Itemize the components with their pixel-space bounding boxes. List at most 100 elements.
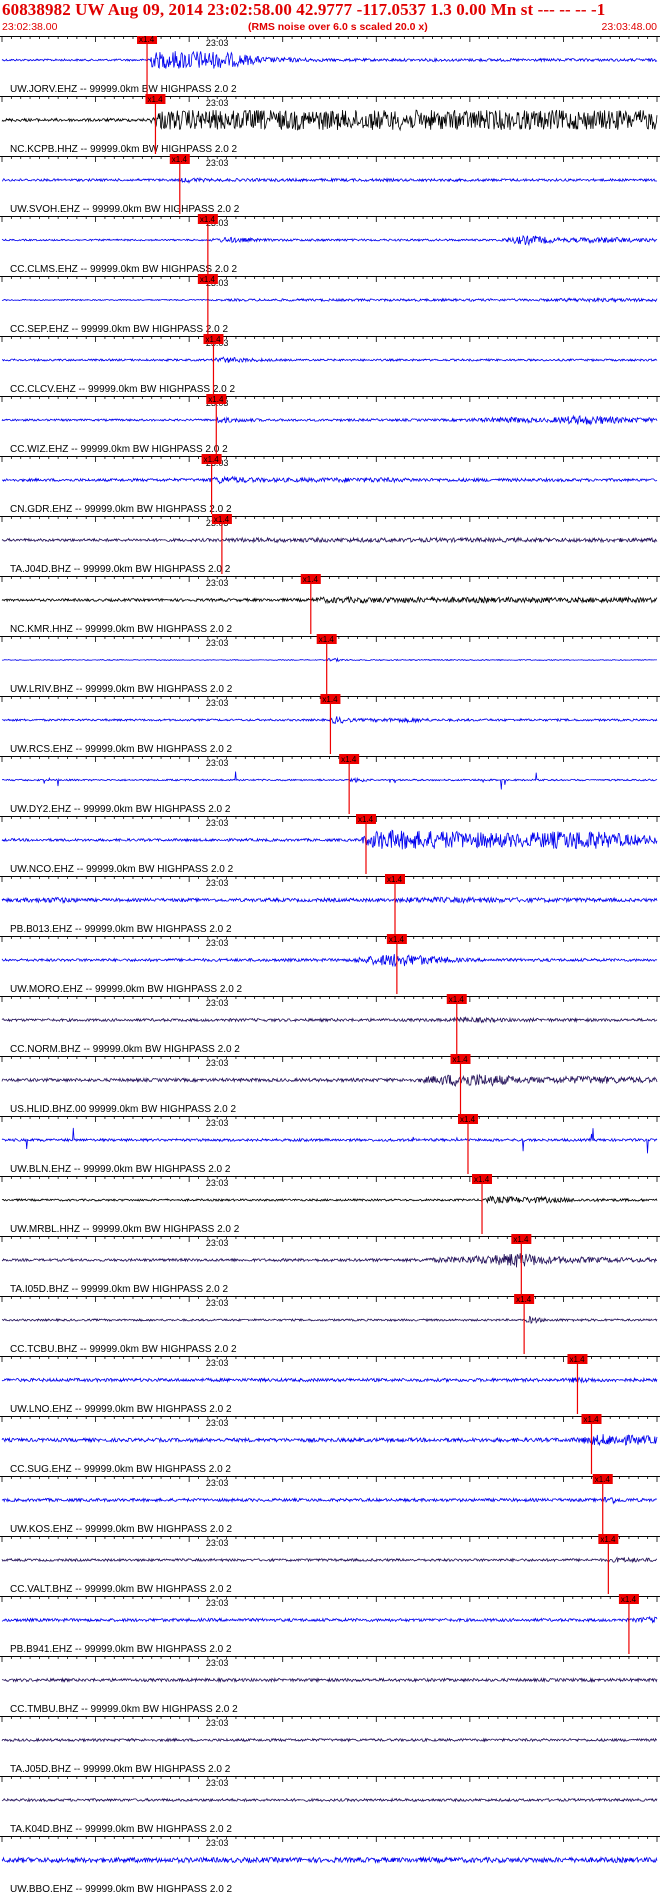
trace-8: 23:03CN.GDR.EHZ -- 99999.0km BW HIGHPASS…	[0, 454, 660, 515]
waveform	[1, 1856, 658, 1864]
pick-label: x1.4	[200, 215, 216, 224]
pick-label: x1.4	[319, 635, 335, 644]
trace-16: 23:03 UW.MORO.EHZ -- 99999.0km BW HIGHPAS…	[0, 934, 660, 995]
waveform	[1, 896, 658, 905]
station-label: CC.SEP.EHZ -- 99999.0km BW HIGHPASS 2.0 …	[10, 324, 228, 335]
time-tick-label: 23:03	[206, 758, 229, 768]
station-label: UW.RCS.EHZ -- 99999.0km BW HIGHPASS 2.0 …	[10, 744, 233, 755]
waveform	[1, 1677, 658, 1683]
waveform	[1, 1127, 658, 1154]
waveform	[1, 1253, 658, 1268]
pick-label: x1.4	[208, 395, 224, 404]
trace-29: 23:03 TA.J05D.BHZ -- 99999.0km BW HIGHPAS…	[0, 1716, 660, 1775]
waveform	[1, 1434, 658, 1447]
pick-label: x1.4	[569, 1355, 585, 1364]
station-label: UW.NCO.EHZ -- 99999.0km BW HIGHPASS 2.0 …	[10, 864, 234, 875]
time-tick-label: 23:03	[206, 1298, 229, 1308]
pick-label: x1.4	[147, 95, 163, 104]
station-label: CN.GDR.EHZ -- 99999.0km BW HIGHPASS 2.0 …	[10, 504, 232, 515]
pick-label: x1.4	[204, 455, 220, 464]
trace-11: 23:03 UW.LRIV.BHZ -- 99999.0km BW HIGHPAS…	[0, 634, 660, 695]
waveform	[1, 1615, 658, 1624]
waveform	[1, 1496, 658, 1505]
time-tick-label: 23:03	[206, 878, 229, 888]
trace-6: 23:03CC.CLCV.EHZ -- 99999.0km BW HIGHPAS…	[0, 334, 660, 395]
station-label: TA.J04D.BHZ -- 99999.0km BW HIGHPASS 2.0…	[10, 564, 231, 575]
station-label: TA.I05D.BHZ -- 99999.0km BW HIGHPASS 2.0…	[10, 1284, 228, 1295]
station-label: UW.BLN.EHZ -- 99999.0km BW HIGHPASS 2.0 …	[10, 1164, 231, 1175]
time-tick-label: 23:03	[206, 1058, 229, 1068]
trace-12: 23:03 UW.RCS.EHZ -- 99999.0km BW HIGHPASS…	[0, 694, 660, 755]
trace-30: 23:03 TA.K04D.BHZ -- 99999.0km BW HIGHPAS…	[0, 1776, 660, 1835]
time-tick-label: 23:03	[206, 1478, 229, 1488]
time-tick-label: 23:03	[206, 1778, 229, 1788]
time-tick-label: 23:03	[206, 1538, 229, 1548]
trace-2: 23:03 NC.KCPB.HHZ -- 99999.0km BW HIGHPAS…	[0, 94, 660, 155]
time-tick-label: 23:03	[206, 818, 229, 828]
time-end-label: 23:03:48.00	[601, 21, 657, 33]
waveform	[1, 356, 658, 363]
trace-17: 23:03 CC.NORM.BHZ -- 99999.0km BW HIGHPAS…	[0, 994, 660, 1055]
station-label: US.HLID.BHZ.00 99999.0km BW HIGHPASS 2.0…	[10, 1104, 236, 1115]
station-label: CC.TMBU.BHZ -- 99999.0km BW HIGHPASS 2.0…	[10, 1704, 238, 1715]
trace-28: 23:03 CC.TMBU.BHZ -- 99999.0km BW HIGHPAS…	[0, 1656, 660, 1715]
trace-9: 23:03TA.J04D.BHZ -- 99999.0km BW HIGHPAS…	[0, 514, 660, 575]
waveform	[1, 475, 658, 485]
station-label: TA.J05D.BHZ -- 99999.0km BW HIGHPASS 2.0…	[10, 1764, 231, 1775]
time-tick-label: 23:03	[206, 698, 229, 708]
station-label: CC.WIZ.EHZ -- 99999.0km BW HIGHPASS 2.0 …	[10, 444, 228, 455]
trace-1: 23:03 UW.JORV.EHZ -- 99999.0km BW HIGHPAS…	[0, 36, 660, 95]
time-tick-label: 23:03	[206, 1358, 229, 1368]
time-tick-label: 23:03	[206, 1418, 229, 1428]
time-tick-label: 23:03	[206, 1838, 229, 1848]
station-label: CC.TCBU.BHZ -- 99999.0km BW HIGHPASS 2.0…	[10, 1344, 237, 1355]
trace-15: 23:03 PB.B013.EHZ -- 99999.0km BW HIGHPAS…	[0, 874, 660, 935]
pick-label: x1.4	[341, 755, 357, 764]
station-label: TA.K04D.BHZ -- 99999.0km BW HIGHPASS 2.0…	[10, 1824, 232, 1835]
time-tick-label: 23:03	[206, 98, 229, 108]
trace-14: 23:03 UW.NCO.EHZ -- 99999.0km BW HIGHPASS…	[0, 814, 660, 875]
station-label: UW.BBO.EHZ -- 99999.0km BW HIGHPASS 2.0 …	[10, 1884, 233, 1895]
time-tick-label: 23:03	[206, 578, 229, 588]
time-tick-label: 23:03	[206, 1658, 229, 1668]
trace-10: 23:03 NC.KMR.HHZ -- 99999.0km BW HIGHPASS…	[0, 574, 660, 635]
station-label: UW.LNO.EHZ -- 99999.0km BW HIGHPASS 2.0 …	[10, 1404, 232, 1415]
waveform	[1, 414, 658, 426]
time-tick-label: 23:03	[206, 38, 229, 48]
trace-7: 23:03CC.WIZ.EHZ -- 99999.0km BW HIGHPASS…	[0, 394, 660, 455]
trace-18: 23:03 US.HLID.BHZ.00 99999.0km BW HIGHPAS…	[0, 1054, 660, 1115]
chart-title: 60838982 UW Aug 09, 2014 23:02:58.00 42.…	[2, 0, 606, 19]
station-label: UW.JORV.EHZ -- 99999.0km BW HIGHPASS 2.0…	[10, 84, 237, 95]
station-label: NC.KCPB.HHZ -- 99999.0km BW HIGHPASS 2.0…	[10, 144, 238, 155]
trace-21: 23:03 TA.I05D.BHZ -- 99999.0km BW HIGHPAS…	[0, 1234, 660, 1295]
waveform	[1, 1556, 658, 1564]
pick-label: x1.4	[621, 1595, 637, 1604]
station-label: UW.LRIV.BHZ -- 99999.0km BW HIGHPASS 2.0…	[10, 684, 233, 695]
waveform	[1, 1195, 658, 1205]
trace-20: 23:03 UW.MRBL.HHZ -- 99999.0km BW HIGHPAS…	[0, 1174, 660, 1235]
waveform	[2, 771, 658, 790]
pick-label: x1.4	[453, 1055, 469, 1064]
pick-label: x1.4	[139, 36, 155, 44]
station-label: CC.VALT.BHZ -- 99999.0km BW HIGHPASS 2.0…	[10, 1584, 232, 1595]
waveform	[1, 1737, 658, 1743]
waveform	[1, 234, 658, 247]
station-label: UW.DY2.EHZ -- 99999.0km BW HIGHPASS 2.0 …	[10, 804, 231, 815]
trace-13: 23:03 UW.DY2.EHZ -- 99999.0km BW HIGHPASS…	[0, 754, 660, 815]
station-label: PB.B013.EHZ -- 99999.0km BW HIGHPASS 2.0…	[10, 924, 232, 935]
pick-label: x1.4	[358, 815, 374, 824]
trace-27: 23:03 PB.B941.EHZ -- 99999.0km BW HIGHPAS…	[0, 1594, 660, 1655]
station-label: CC.CLCV.EHZ -- 99999.0km BW HIGHPASS 2.0…	[10, 384, 236, 395]
station-label: UW.MRBL.HHZ -- 99999.0km BW HIGHPASS 2.0…	[10, 1224, 240, 1235]
time-tick-label: 23:03	[206, 1178, 229, 1188]
time-tick-label: 23:03	[206, 1118, 229, 1128]
trace-25: 23:03 UW.KOS.EHZ -- 99999.0km BW HIGHPASS…	[0, 1474, 660, 1535]
waveform	[1, 1376, 658, 1384]
waveform	[1, 954, 658, 968]
waveform	[1, 176, 658, 184]
trace-24: 23:03 CC.SUG.EHZ -- 99999.0km BW HIGHPASS…	[0, 1414, 660, 1475]
waveform	[1, 1073, 658, 1087]
station-label: UW.KOS.EHZ -- 99999.0km BW HIGHPASS 2.0 …	[10, 1524, 233, 1535]
pick-label: x1.4	[172, 155, 188, 164]
trace-22: 23:03 CC.TCBU.BHZ -- 99999.0km BW HIGHPAS…	[0, 1294, 660, 1355]
